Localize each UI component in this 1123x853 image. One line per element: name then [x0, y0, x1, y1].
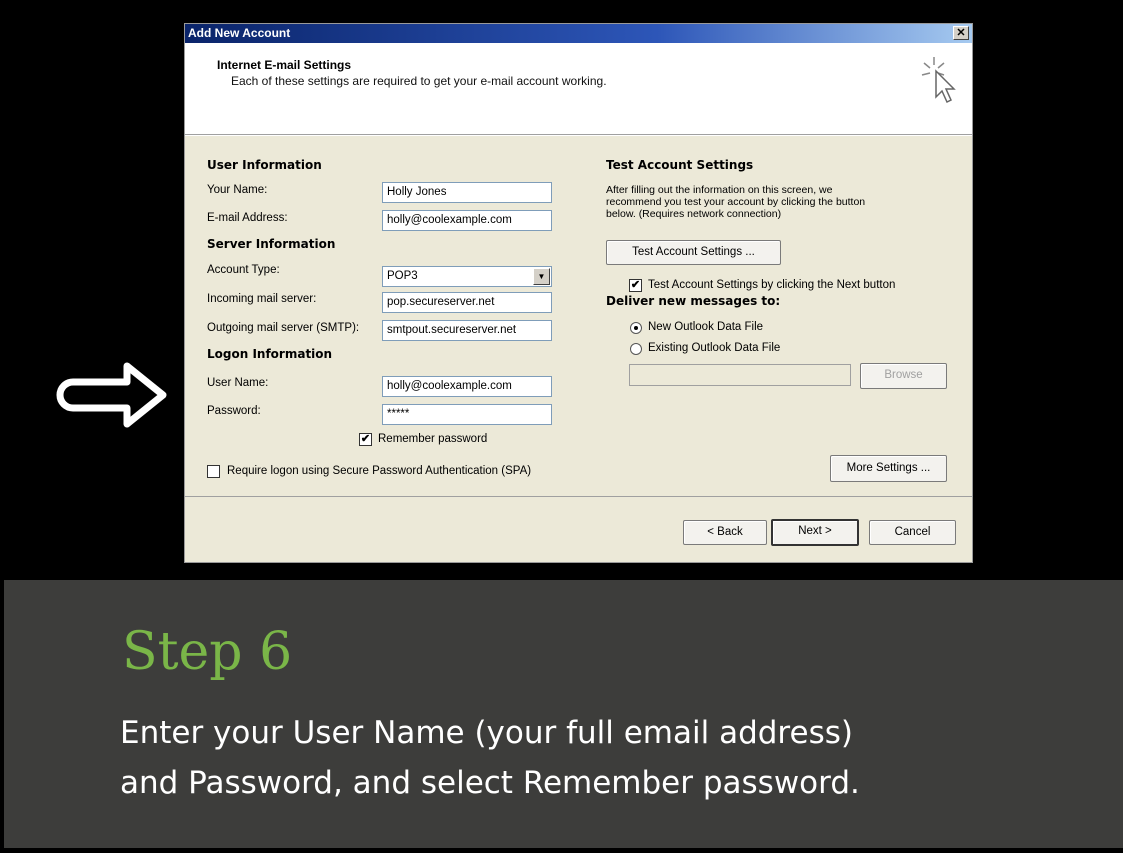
add-new-account-dialog: Add New Account ✕ Internet E-mail Settin… — [184, 23, 973, 563]
new-data-file-radio[interactable] — [630, 322, 642, 334]
dialog-title: Add New Account — [188, 26, 291, 40]
spa-label: Require logon using Secure Password Auth… — [227, 465, 532, 477]
cancel-button[interactable]: Cancel — [869, 520, 956, 545]
wizard-cursor-icon — [921, 57, 956, 104]
deliver-heading: Deliver new messages to: — [606, 294, 781, 308]
data-file-path-field — [629, 364, 851, 386]
spa-checkbox[interactable] — [207, 465, 220, 478]
step-title: Step 6 — [122, 622, 293, 682]
test-description-line2: recommend you test your account by click… — [606, 196, 866, 208]
account-type-select[interactable]: POP3 ▼ — [382, 266, 552, 287]
pointing-arrow-icon — [56, 362, 167, 428]
your-name-label: Your Name: — [207, 184, 268, 196]
step-instructions-line1: Enter your User Name (your full email ad… — [120, 715, 853, 751]
account-type-value: POP3 — [387, 270, 418, 282]
dialog-body: User Information Your Name: Holly Jones … — [185, 136, 972, 562]
user-name-field[interactable]: holly@coolexample.com — [382, 376, 552, 397]
dialog-titlebar: Add New Account ✕ — [185, 24, 972, 43]
header-title: Internet E-mail Settings — [217, 58, 352, 72]
slide-bottom-edge — [0, 848, 1123, 853]
existing-data-file-radio[interactable] — [630, 343, 642, 355]
slide-left-edge — [0, 0, 4, 853]
test-by-next-label: Test Account Settings by clicking the Ne… — [648, 279, 896, 291]
email-address-label: E-mail Address: — [207, 212, 288, 224]
step-instructions: Enter your User Name (your full email ad… — [120, 708, 1080, 808]
outgoing-server-field[interactable]: smtpout.secureserver.net — [382, 320, 552, 341]
test-description-line1: After filling out the information on thi… — [606, 184, 833, 196]
back-button[interactable]: < Back — [683, 520, 767, 545]
existing-data-file-label: Existing Outlook Data File — [648, 342, 781, 354]
outgoing-server-label: Outgoing mail server (SMTP): — [207, 322, 360, 334]
test-description-line3: below. (Requires network connection) — [606, 208, 782, 220]
password-field[interactable]: ***** — [382, 404, 552, 425]
step-instructions-line2: and Password, and select Remember passwo… — [120, 765, 860, 801]
test-account-settings-button[interactable]: Test Account Settings ... — [606, 240, 781, 265]
next-button[interactable]: Next > — [771, 519, 859, 546]
more-settings-button[interactable]: More Settings ... — [830, 455, 947, 482]
new-data-file-label: New Outlook Data File — [648, 321, 764, 333]
remember-password-label: Remember password — [378, 433, 488, 445]
your-name-field[interactable]: Holly Jones — [382, 182, 552, 203]
header-subtitle: Each of these settings are required to g… — [231, 74, 607, 88]
account-type-label: Account Type: — [207, 264, 280, 276]
test-settings-heading: Test Account Settings — [606, 158, 754, 172]
incoming-server-field[interactable]: pop.secureserver.net — [382, 292, 552, 313]
test-by-next-checkbox[interactable]: ✔ — [629, 279, 642, 292]
footer-divider — [185, 496, 972, 497]
user-name-label: User Name: — [207, 377, 269, 389]
remember-password-checkbox[interactable]: ✔ — [359, 433, 372, 446]
password-label: Password: — [207, 405, 261, 417]
close-button[interactable]: ✕ — [953, 26, 969, 40]
incoming-server-label: Incoming mail server: — [207, 293, 317, 305]
chevron-down-icon[interactable]: ▼ — [533, 268, 550, 285]
email-address-field[interactable]: holly@coolexample.com — [382, 210, 552, 231]
browse-button: Browse — [860, 363, 947, 389]
user-info-heading: User Information — [207, 158, 322, 172]
server-info-heading: Server Information — [207, 237, 336, 251]
logon-info-heading: Logon Information — [207, 347, 333, 361]
dialog-header: Internet E-mail Settings Each of these s… — [185, 43, 972, 135]
